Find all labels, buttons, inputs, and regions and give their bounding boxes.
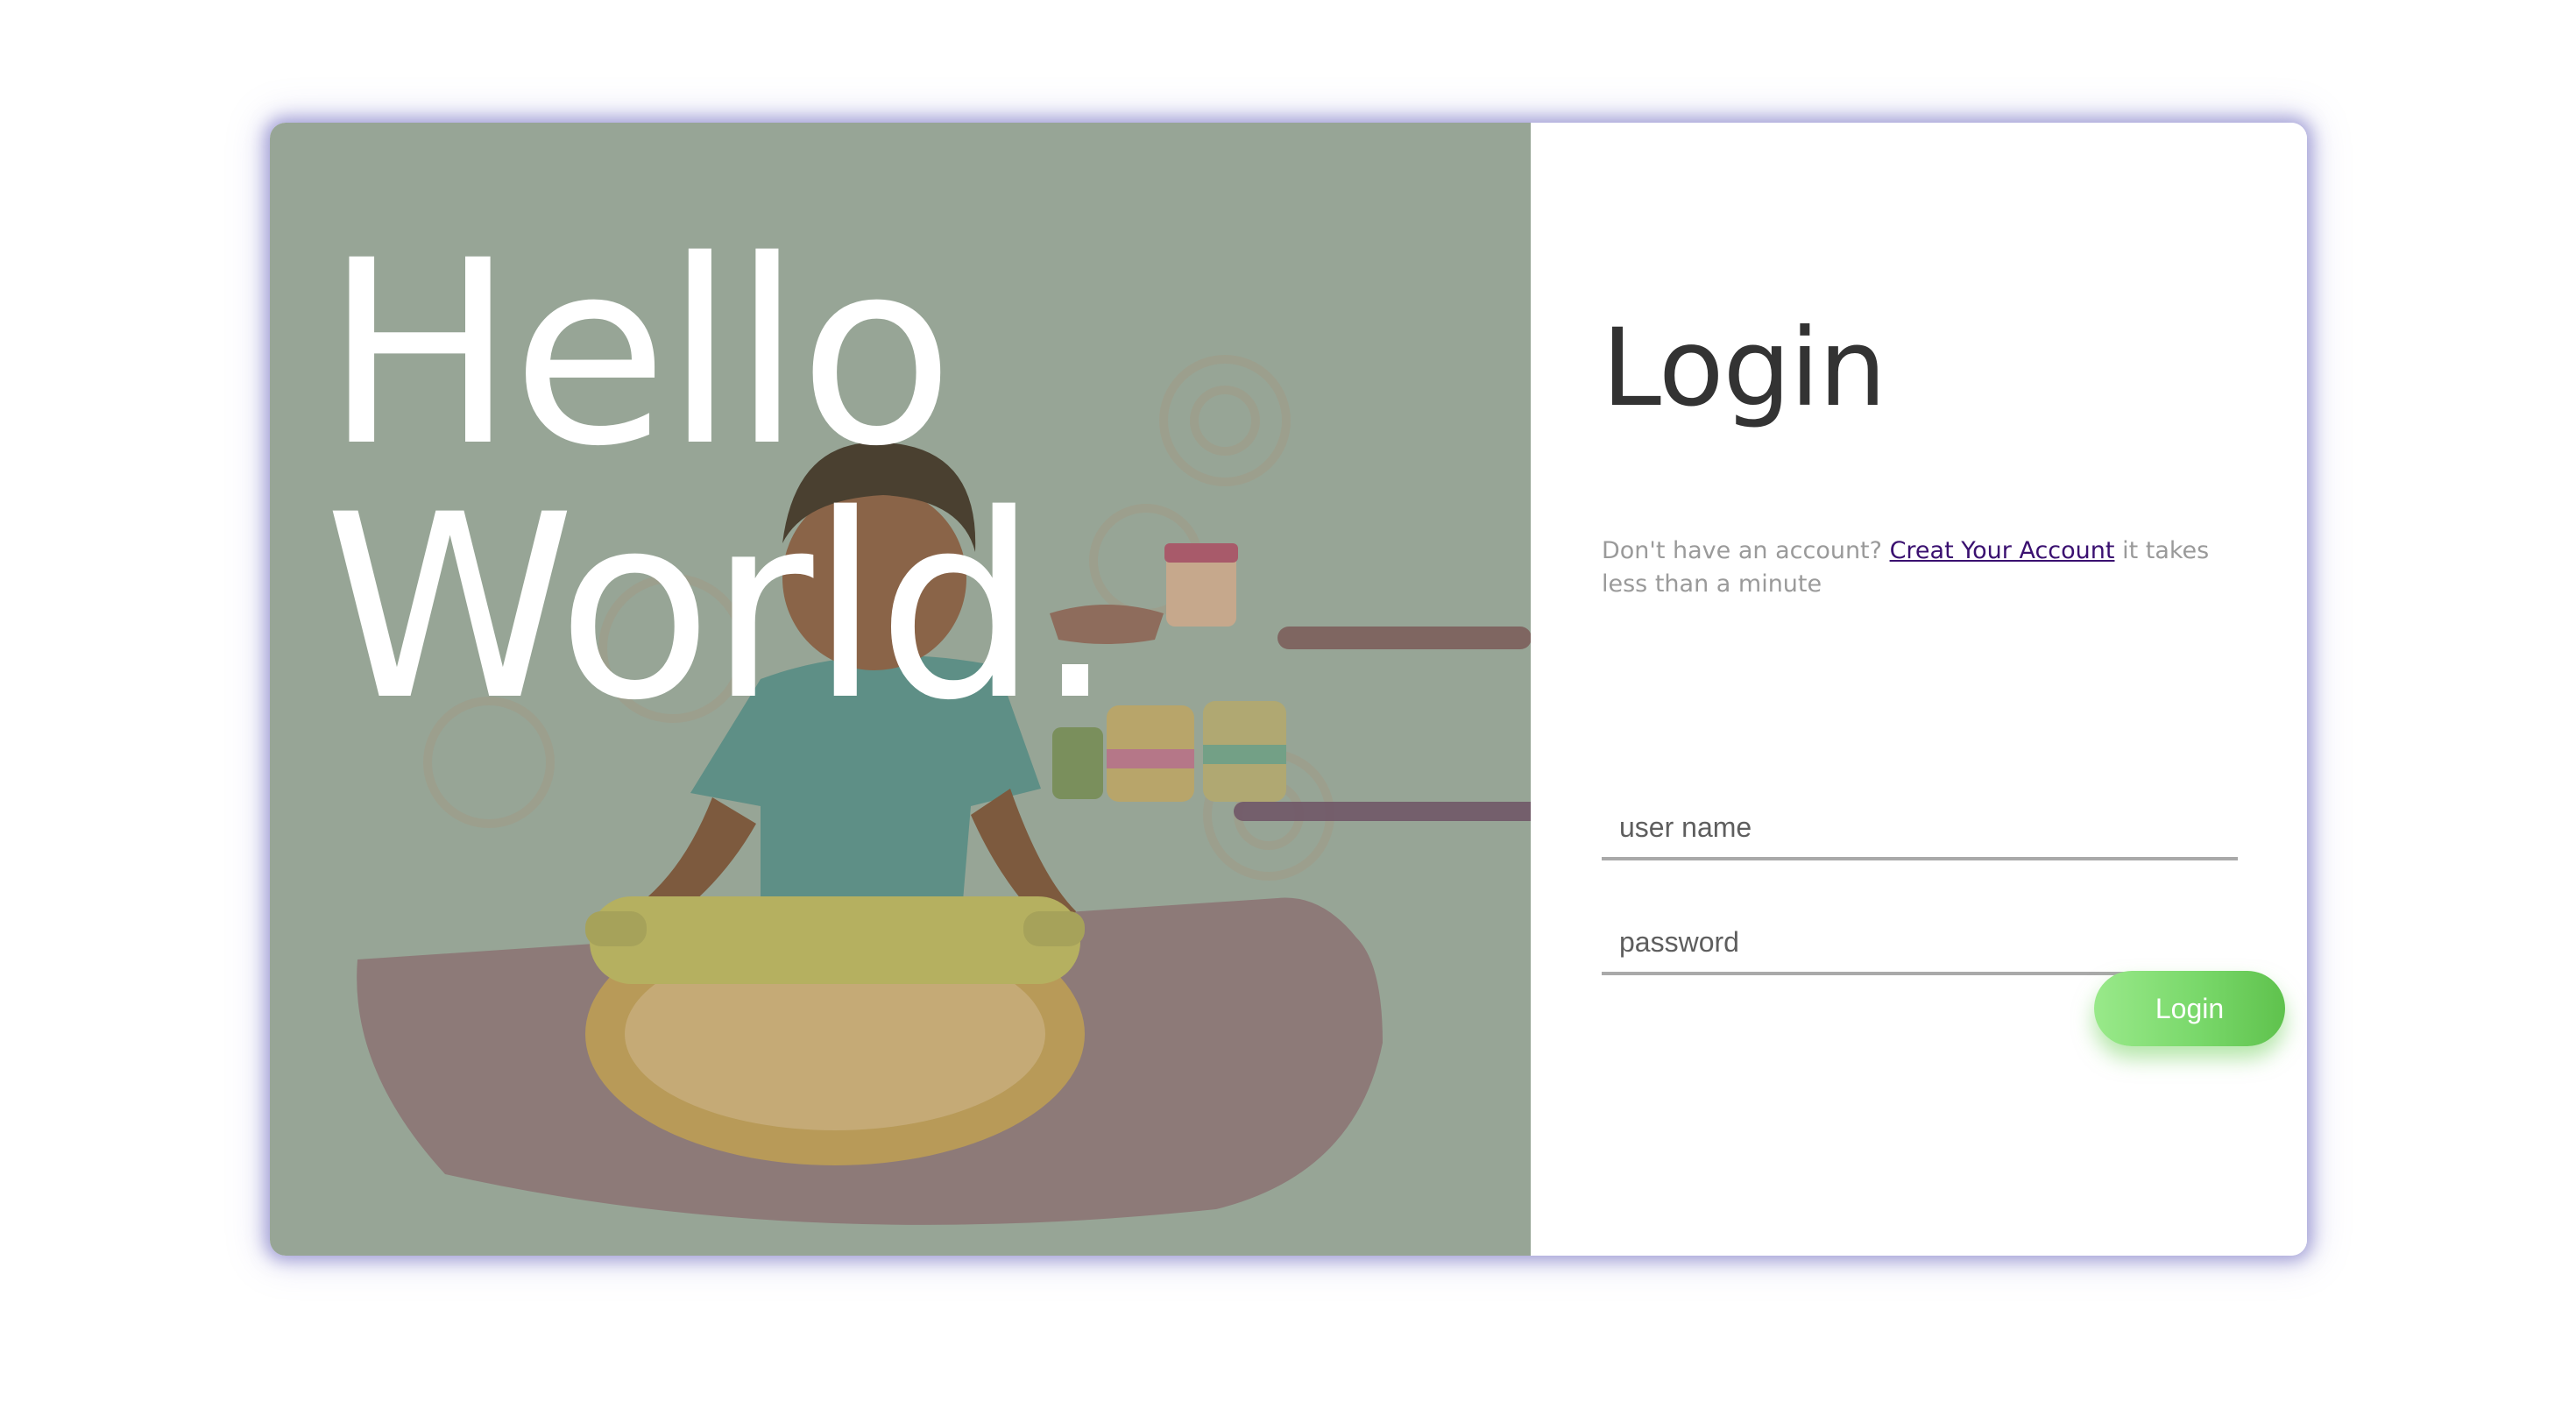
username-input[interactable] xyxy=(1602,797,2238,860)
login-card: Hello World. Login Don't have an account… xyxy=(270,123,2307,1256)
hero-panel: Hello World. xyxy=(270,123,1531,1256)
create-account-link[interactable]: Creat Your Account xyxy=(1890,537,2115,564)
signup-prefix: Don't have an account? xyxy=(1602,537,1890,564)
hero-heading: Hello World. xyxy=(324,207,1115,756)
login-title: Login xyxy=(1602,306,1886,430)
hero-line-2: World. xyxy=(324,461,1115,756)
login-panel: Login Don't have an account? Creat Your … xyxy=(1531,123,2307,1256)
signup-prompt: Don't have an account? Creat Your Accoun… xyxy=(1602,535,2250,601)
hero-line-1: Hello xyxy=(324,207,954,502)
password-input[interactable] xyxy=(1602,912,2238,975)
login-button[interactable]: Login xyxy=(2094,971,2285,1046)
